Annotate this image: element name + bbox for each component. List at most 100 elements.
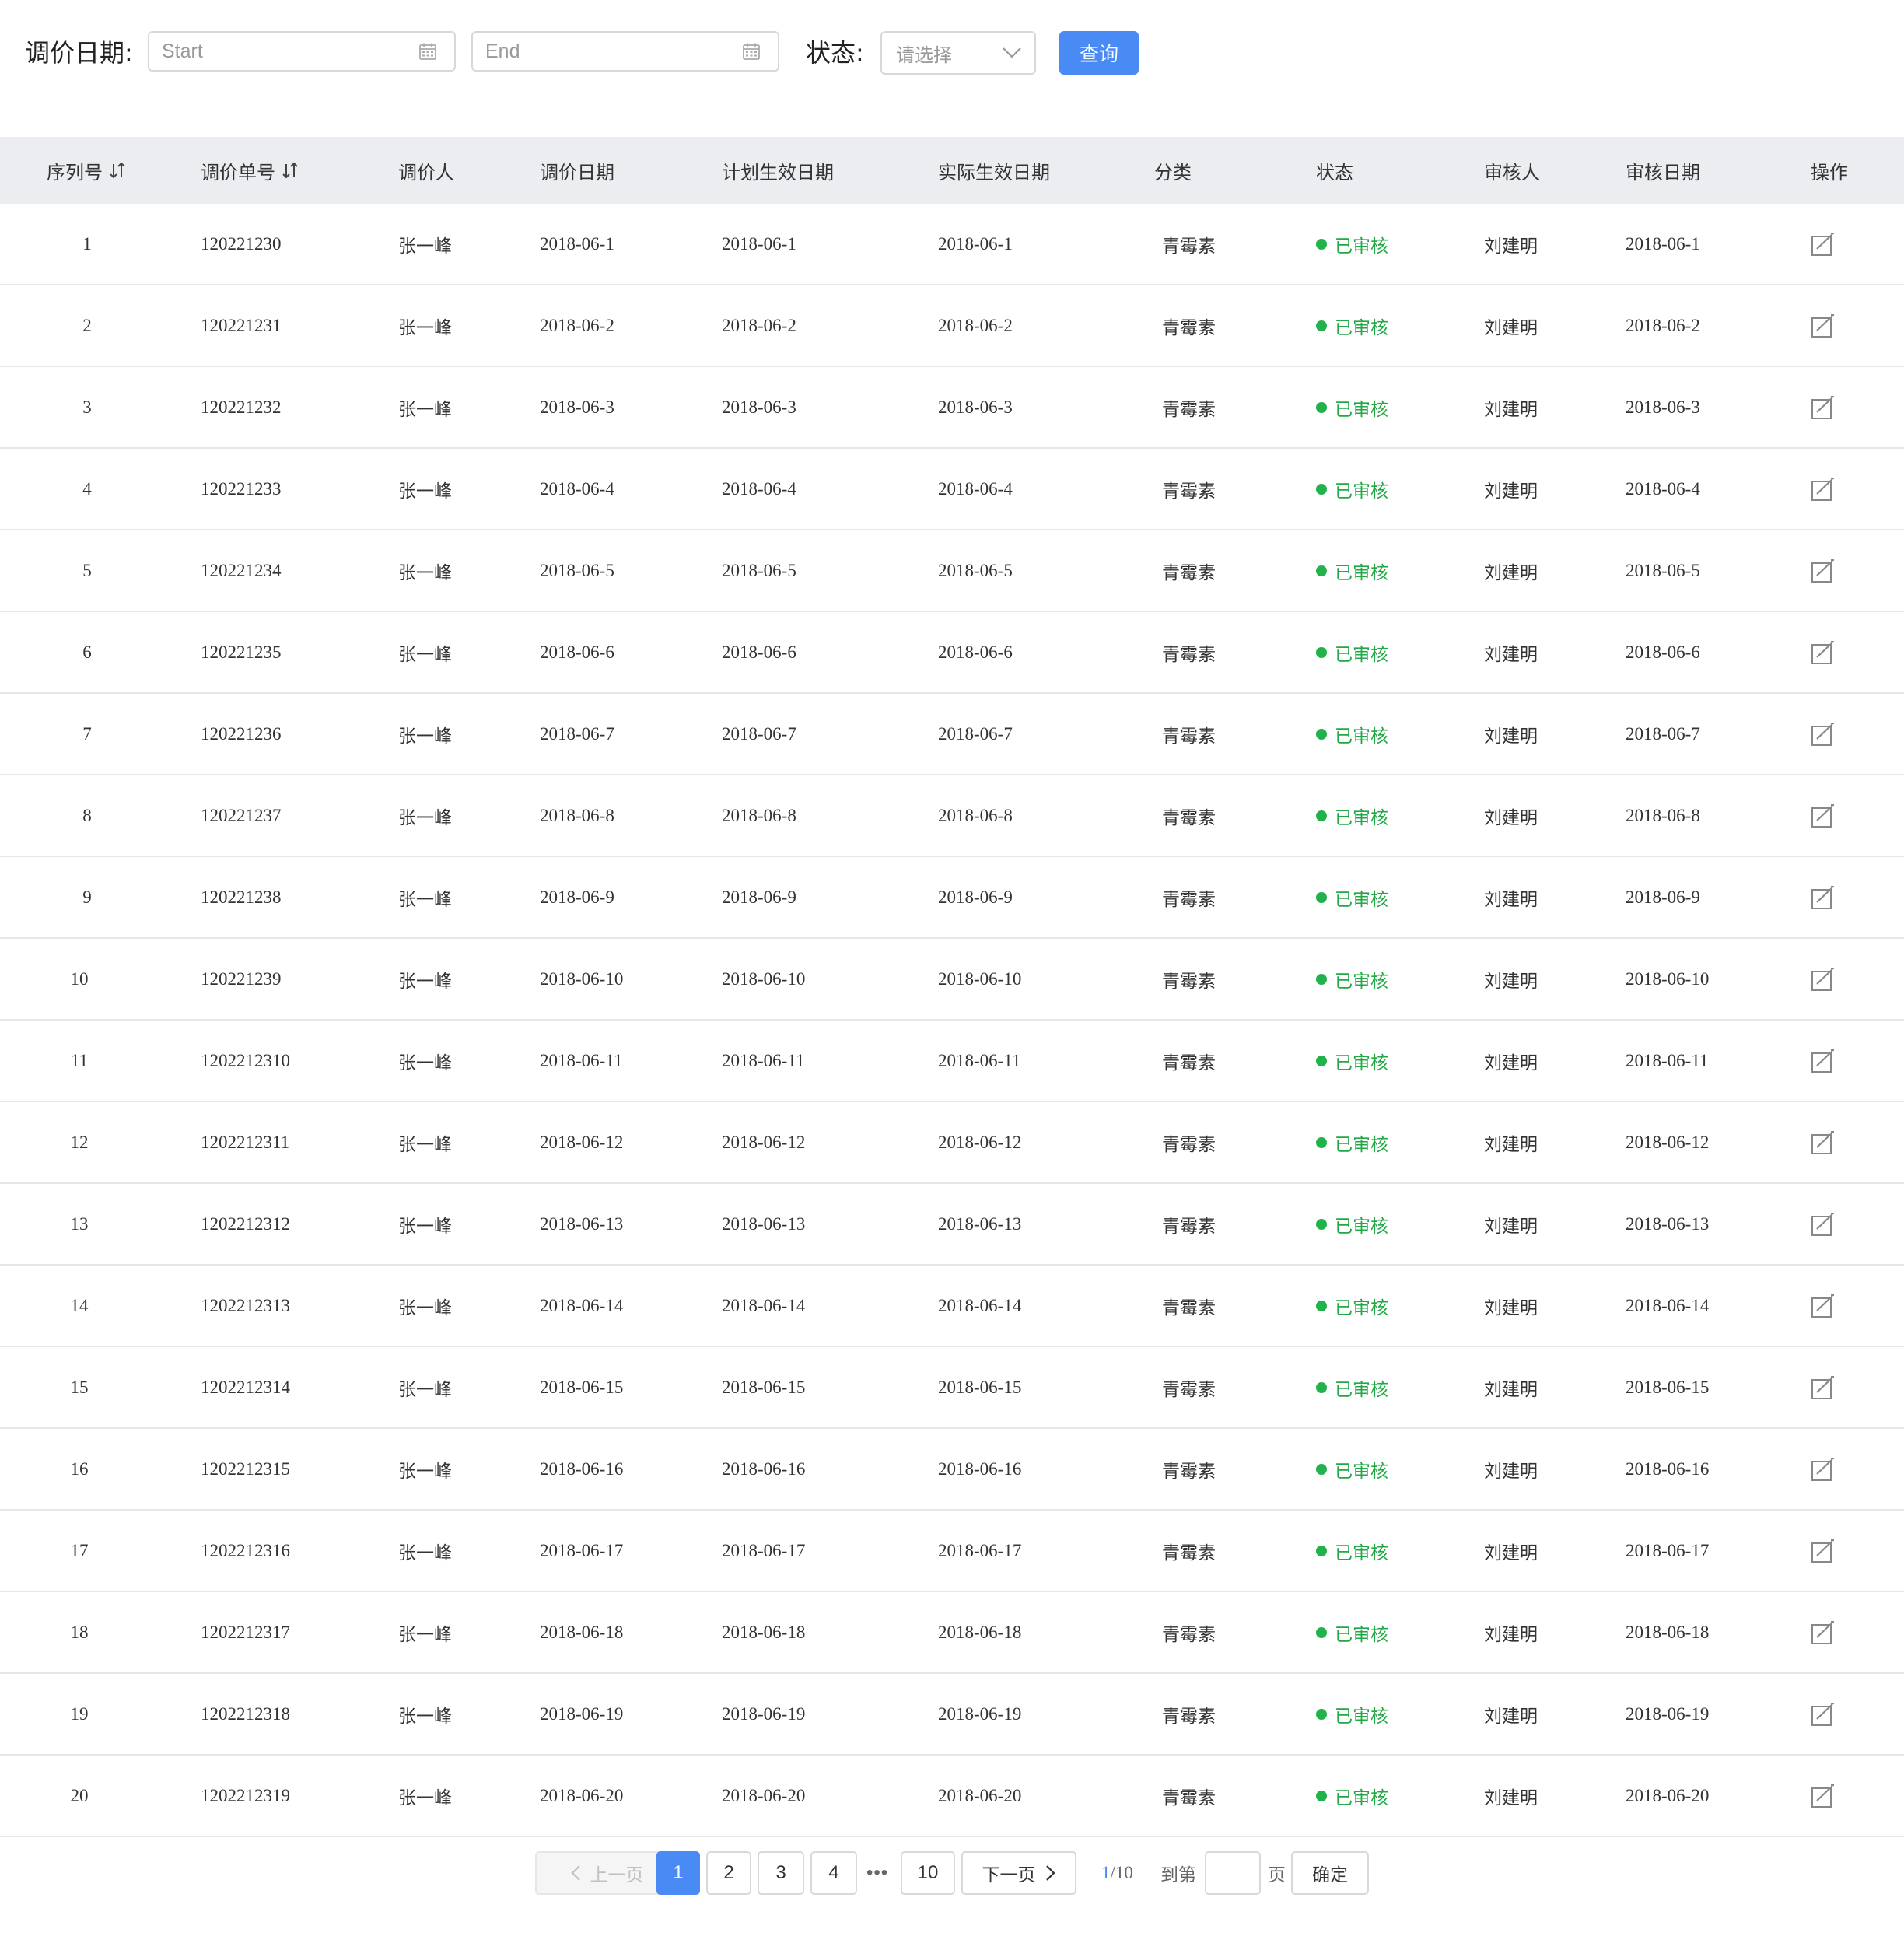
table-cell: 2018-06-15 bbox=[938, 1347, 1021, 1427]
table-cell: 1202212316 bbox=[201, 1511, 290, 1591]
action-cell[interactable] bbox=[1811, 285, 1836, 366]
action-cell[interactable] bbox=[1811, 449, 1836, 529]
table-cell: 2018-06-1 bbox=[722, 204, 796, 284]
cell-person: 张一峰 bbox=[398, 481, 452, 502]
page-button-10[interactable]: 10 bbox=[901, 1851, 955, 1895]
action-cell[interactable] bbox=[1811, 367, 1836, 447]
cell-reviewer: 刘建明 bbox=[1484, 726, 1538, 747]
end-date-input[interactable]: End bbox=[471, 31, 779, 72]
cell-reviewer: 刘建明 bbox=[1484, 1379, 1538, 1400]
edit-icon[interactable] bbox=[1811, 1049, 1836, 1073]
page-button-4[interactable]: 4 bbox=[810, 1851, 857, 1895]
action-cell[interactable] bbox=[1811, 1102, 1836, 1182]
status-cell: 已审核 bbox=[1316, 1429, 1388, 1509]
cell-seq: 15 bbox=[70, 1377, 89, 1397]
status-dot bbox=[1316, 1218, 1327, 1230]
table-cell: 张一峰 bbox=[398, 1021, 452, 1101]
edit-icon[interactable] bbox=[1811, 313, 1836, 338]
table-cell: 2018-06-4 bbox=[938, 449, 1013, 529]
table-cell: 张一峰 bbox=[398, 694, 452, 774]
table-cell: 张一峰 bbox=[398, 1429, 452, 1509]
action-cell[interactable] bbox=[1811, 204, 1836, 284]
action-cell[interactable] bbox=[1811, 775, 1836, 856]
cell-category: 青霉素 bbox=[1162, 1461, 1216, 1482]
page-ellipsis[interactable]: ••• bbox=[866, 1851, 888, 1895]
edit-icon[interactable] bbox=[1811, 558, 1836, 583]
table-cell: 青霉素 bbox=[1162, 612, 1216, 692]
sort-icon[interactable] bbox=[282, 161, 299, 180]
cell-review-date: 2018-06-2 bbox=[1626, 315, 1700, 335]
edit-icon[interactable] bbox=[1811, 640, 1836, 665]
column-header[interactable]: 序列号 bbox=[47, 137, 126, 204]
action-cell[interactable] bbox=[1811, 1021, 1836, 1101]
action-cell[interactable] bbox=[1811, 1592, 1836, 1672]
edit-icon[interactable] bbox=[1811, 232, 1836, 257]
cell-seq: 7 bbox=[82, 723, 92, 744]
edit-icon[interactable] bbox=[1811, 1212, 1836, 1237]
query-button[interactable]: 查询 bbox=[1059, 31, 1139, 75]
table-cell: 2018-06-1 bbox=[938, 204, 1013, 284]
cell-order: 1202212319 bbox=[201, 1785, 290, 1805]
action-cell[interactable] bbox=[1811, 1756, 1836, 1836]
sort-icon[interactable] bbox=[109, 161, 126, 180]
next-page-button[interactable]: 下一页 bbox=[961, 1851, 1076, 1895]
cell-date: 2018-06-4 bbox=[540, 478, 614, 499]
table-cell: 2018-06-10 bbox=[722, 939, 805, 1019]
edit-icon[interactable] bbox=[1811, 477, 1836, 502]
cell-order: 1202212318 bbox=[201, 1703, 290, 1724]
edit-icon[interactable] bbox=[1811, 1702, 1836, 1727]
action-cell[interactable] bbox=[1811, 530, 1836, 611]
action-cell[interactable] bbox=[1811, 1674, 1836, 1754]
action-cell[interactable] bbox=[1811, 857, 1836, 937]
edit-icon[interactable] bbox=[1811, 885, 1836, 910]
page-button-3[interactable]: 3 bbox=[758, 1851, 804, 1895]
edit-icon[interactable] bbox=[1811, 1294, 1836, 1318]
action-cell[interactable] bbox=[1811, 1511, 1836, 1591]
cell-order: 1202212312 bbox=[201, 1213, 290, 1234]
action-cell[interactable] bbox=[1811, 1347, 1836, 1427]
edit-icon[interactable] bbox=[1811, 803, 1836, 828]
edit-icon[interactable] bbox=[1811, 1457, 1836, 1482]
action-cell[interactable] bbox=[1811, 1266, 1836, 1346]
status-cell: 已审核 bbox=[1316, 1511, 1388, 1591]
cell-seq: 1 bbox=[82, 233, 92, 254]
table-cell: 张一峰 bbox=[398, 1102, 452, 1182]
column-header-label: 调价人 bbox=[398, 161, 454, 184]
action-cell[interactable] bbox=[1811, 1429, 1836, 1509]
column-header: 计划生效日期 bbox=[722, 137, 834, 204]
page-button-2[interactable]: 2 bbox=[706, 1851, 751, 1895]
goto-page-input[interactable] bbox=[1205, 1851, 1261, 1895]
start-date-input[interactable]: Start bbox=[148, 31, 456, 72]
status-select[interactable]: 请选择 bbox=[880, 31, 1036, 75]
action-cell[interactable] bbox=[1811, 612, 1836, 692]
cell-date: 2018-06-14 bbox=[540, 1295, 624, 1315]
cell-order: 1202212315 bbox=[201, 1458, 290, 1479]
action-cell[interactable] bbox=[1811, 939, 1836, 1019]
edit-icon[interactable] bbox=[1811, 722, 1836, 747]
cell-category: 青霉素 bbox=[1162, 1706, 1216, 1727]
edit-icon[interactable] bbox=[1811, 967, 1836, 992]
edit-icon[interactable] bbox=[1811, 1130, 1836, 1155]
cell-order: 120221239 bbox=[201, 968, 282, 989]
action-cell[interactable] bbox=[1811, 694, 1836, 774]
column-header[interactable]: 调价单号 bbox=[201, 137, 299, 204]
edit-icon[interactable] bbox=[1811, 1539, 1836, 1563]
cell-order: 120221235 bbox=[201, 642, 282, 662]
status-text: 已审核 bbox=[1335, 1624, 1388, 1645]
table-cell: 2018-06-13 bbox=[938, 1184, 1021, 1264]
edit-icon[interactable] bbox=[1811, 1375, 1836, 1400]
table-cell: 4 bbox=[78, 449, 96, 529]
page-button-1[interactable]: 1 bbox=[656, 1851, 700, 1895]
table-cell: 2018-06-8 bbox=[540, 775, 614, 856]
cell-date: 2018-06-7 bbox=[540, 723, 614, 744]
table-cell: 2018-06-15 bbox=[1626, 1347, 1709, 1427]
edit-icon[interactable] bbox=[1811, 1620, 1836, 1645]
action-cell[interactable] bbox=[1811, 1184, 1836, 1264]
table-cell: 2018-06-13 bbox=[722, 1184, 805, 1264]
cell-reviewer: 刘建明 bbox=[1484, 481, 1538, 502]
status-cell: 已审核 bbox=[1316, 612, 1388, 692]
table-cell: 120221230 bbox=[201, 204, 282, 284]
edit-icon[interactable] bbox=[1811, 1784, 1836, 1808]
edit-icon[interactable] bbox=[1811, 395, 1836, 420]
confirm-button[interactable]: 确定 bbox=[1291, 1851, 1369, 1895]
